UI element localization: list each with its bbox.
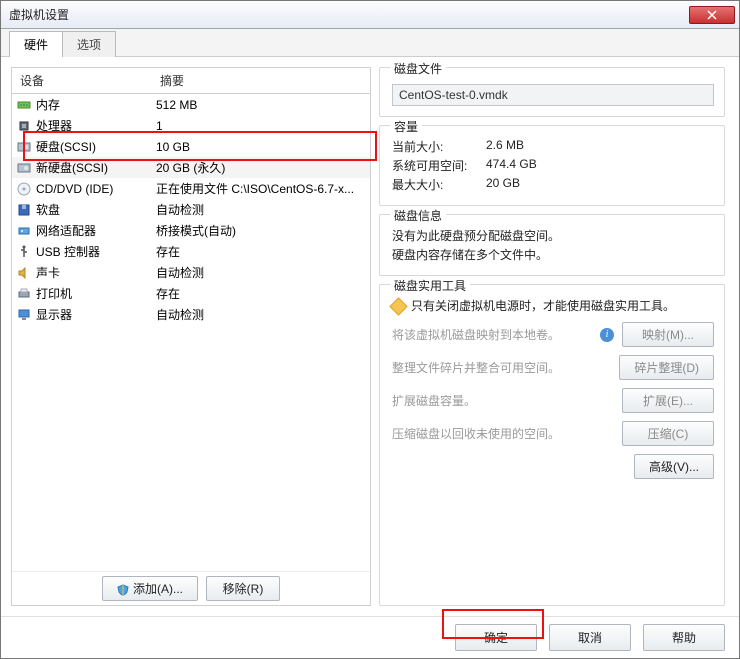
- hw-label: 内存: [36, 96, 60, 113]
- floppy-icon: [16, 202, 32, 218]
- hw-row-display[interactable]: 显示器 自动检测: [12, 304, 370, 325]
- map-desc: 将该虚拟机磁盘映射到本地卷。: [392, 326, 592, 343]
- right-panel: 磁盘文件 CentOS-test-0.vmdk 容量 当前大小: 2.6 MB 系…: [379, 67, 729, 606]
- titlebar: 虚拟机设置: [1, 1, 739, 29]
- hw-summary: 存在: [156, 243, 366, 260]
- add-button[interactable]: 添加(A)...: [102, 576, 198, 601]
- tab-strip: 硬件 选项: [1, 29, 739, 57]
- hw-summary: 1: [156, 119, 366, 133]
- hw-label: 硬盘(SCSI): [36, 138, 96, 155]
- tools-warning: 只有关闭虚拟机电源时，才能使用磁盘实用工具。: [411, 299, 675, 313]
- hw-label: 网络适配器: [36, 222, 96, 239]
- hw-summary: 桥接模式(自动): [156, 222, 366, 239]
- hw-row-printer[interactable]: 打印机 存在: [12, 283, 370, 304]
- hw-label: 新硬盘(SCSI): [36, 159, 108, 176]
- ok-button[interactable]: 确定: [455, 624, 537, 651]
- compress-button[interactable]: 压缩(C): [622, 421, 714, 446]
- net-icon: [16, 223, 32, 239]
- help-button[interactable]: 帮助: [643, 624, 725, 651]
- disk-info-group: 磁盘信息 没有为此硬盘预分配磁盘空间。 硬盘内容存储在多个文件中。: [379, 214, 725, 276]
- hw-row-usb[interactable]: USB 控制器 存在: [12, 241, 370, 262]
- shield-icon: [117, 584, 129, 596]
- hw-row-sound[interactable]: 声卡 自动检测: [12, 262, 370, 283]
- max-size-label: 最大大小:: [392, 176, 480, 193]
- expand-desc: 扩展磁盘容量。: [392, 392, 614, 409]
- hw-row-cdrom[interactable]: CD/DVD (IDE) 正在使用文件 C:\ISO\CentOS-6.7-x.…: [12, 178, 370, 199]
- defrag-desc: 整理文件碎片并整合可用空间。: [392, 359, 611, 376]
- hw-label: CD/DVD (IDE): [36, 182, 113, 196]
- hdd-icon: [16, 160, 32, 176]
- dialog-footer: 确定 取消 帮助: [1, 616, 739, 658]
- hw-summary: 自动检测: [156, 201, 366, 218]
- hw-row-network[interactable]: 网络适配器 桥接模式(自动): [12, 220, 370, 241]
- expand-button[interactable]: 扩展(E)...: [622, 388, 714, 413]
- window-title: 虚拟机设置: [9, 6, 689, 23]
- disk-file-path[interactable]: CentOS-test-0.vmdk: [392, 84, 714, 106]
- disk-info-legend: 磁盘信息: [390, 207, 446, 224]
- hw-label: 软盘: [36, 201, 60, 218]
- add-button-label: 添加(A)...: [133, 582, 183, 596]
- advanced-button[interactable]: 高级(V)...: [634, 454, 714, 479]
- info-icon[interactable]: i: [600, 328, 614, 342]
- col-device: 设备: [12, 68, 152, 93]
- capacity-group: 容量 当前大小:2.6 MB 系统可用空间:474.4 GB 最大大小:20 G…: [379, 125, 725, 206]
- hw-summary: 正在使用文件 C:\ISO\CentOS-6.7-x...: [156, 180, 366, 197]
- max-size-value: 20 GB: [486, 176, 520, 193]
- hw-summary: 自动检测: [156, 264, 366, 281]
- disk-file-legend: 磁盘文件: [390, 60, 446, 77]
- compress-desc: 压缩磁盘以回收未使用的空间。: [392, 425, 614, 442]
- tab-options[interactable]: 选项: [62, 31, 116, 57]
- tab-hardware[interactable]: 硬件: [9, 31, 63, 57]
- hw-row-memory[interactable]: 内存 512 MB: [12, 94, 370, 115]
- hw-row-hdd-new[interactable]: 新硬盘(SCSI) 20 GB (永久): [12, 157, 370, 178]
- hw-summary: 512 MB: [156, 98, 366, 112]
- hw-summary: 自动检测: [156, 306, 366, 323]
- remove-button[interactable]: 移除(R): [206, 576, 280, 601]
- hw-label: 打印机: [36, 285, 72, 302]
- cpu-icon: [16, 118, 32, 134]
- map-button[interactable]: 映射(M)...: [622, 322, 714, 347]
- hdd-icon: [16, 139, 32, 155]
- hw-label: USB 控制器: [36, 243, 100, 260]
- hw-summary: 存在: [156, 285, 366, 302]
- disk-tools-legend: 磁盘实用工具: [390, 277, 470, 294]
- hw-row-floppy[interactable]: 软盘 自动检测: [12, 199, 370, 220]
- display-icon: [16, 307, 32, 323]
- close-button[interactable]: [689, 6, 735, 24]
- current-size-label: 当前大小:: [392, 138, 480, 155]
- disk-info-line1: 没有为此硬盘预分配磁盘空间。: [392, 227, 714, 244]
- cancel-button[interactable]: 取消: [549, 624, 631, 651]
- free-space-label: 系统可用空间:: [392, 157, 480, 174]
- hw-summary: 20 GB (永久): [156, 159, 366, 176]
- warning-icon: [389, 298, 407, 316]
- col-summary: 摘要: [152, 68, 370, 93]
- hw-row-cpu[interactable]: 处理器 1: [12, 115, 370, 136]
- hw-row-hdd-1[interactable]: 硬盘(SCSI) 10 GB: [12, 136, 370, 157]
- defrag-button[interactable]: 碎片整理(D): [619, 355, 714, 380]
- usb-icon: [16, 244, 32, 260]
- capacity-legend: 容量: [390, 118, 422, 135]
- hw-label: 显示器: [36, 306, 72, 323]
- free-space-value: 474.4 GB: [486, 157, 537, 174]
- memory-icon: [16, 97, 32, 113]
- hw-label: 处理器: [36, 117, 72, 134]
- cd-icon: [16, 181, 32, 197]
- hw-summary: 10 GB: [156, 140, 366, 154]
- disk-tools-group: 磁盘实用工具 只有关闭虚拟机电源时，才能使用磁盘实用工具。 将该虚拟机磁盘映射到…: [379, 284, 725, 606]
- close-icon: [707, 10, 717, 20]
- disk-file-group: 磁盘文件 CentOS-test-0.vmdk: [379, 67, 725, 117]
- current-size-value: 2.6 MB: [486, 138, 524, 155]
- hardware-list-header: 设备 摘要: [12, 68, 370, 94]
- hw-label: 声卡: [36, 264, 60, 281]
- sound-icon: [16, 265, 32, 281]
- printer-icon: [16, 286, 32, 302]
- hardware-list-panel: 设备 摘要 内存 512 MB 处理器 1 硬盘(SCSI) 10 GB: [11, 67, 371, 606]
- disk-info-line2: 硬盘内容存储在多个文件中。: [392, 246, 714, 263]
